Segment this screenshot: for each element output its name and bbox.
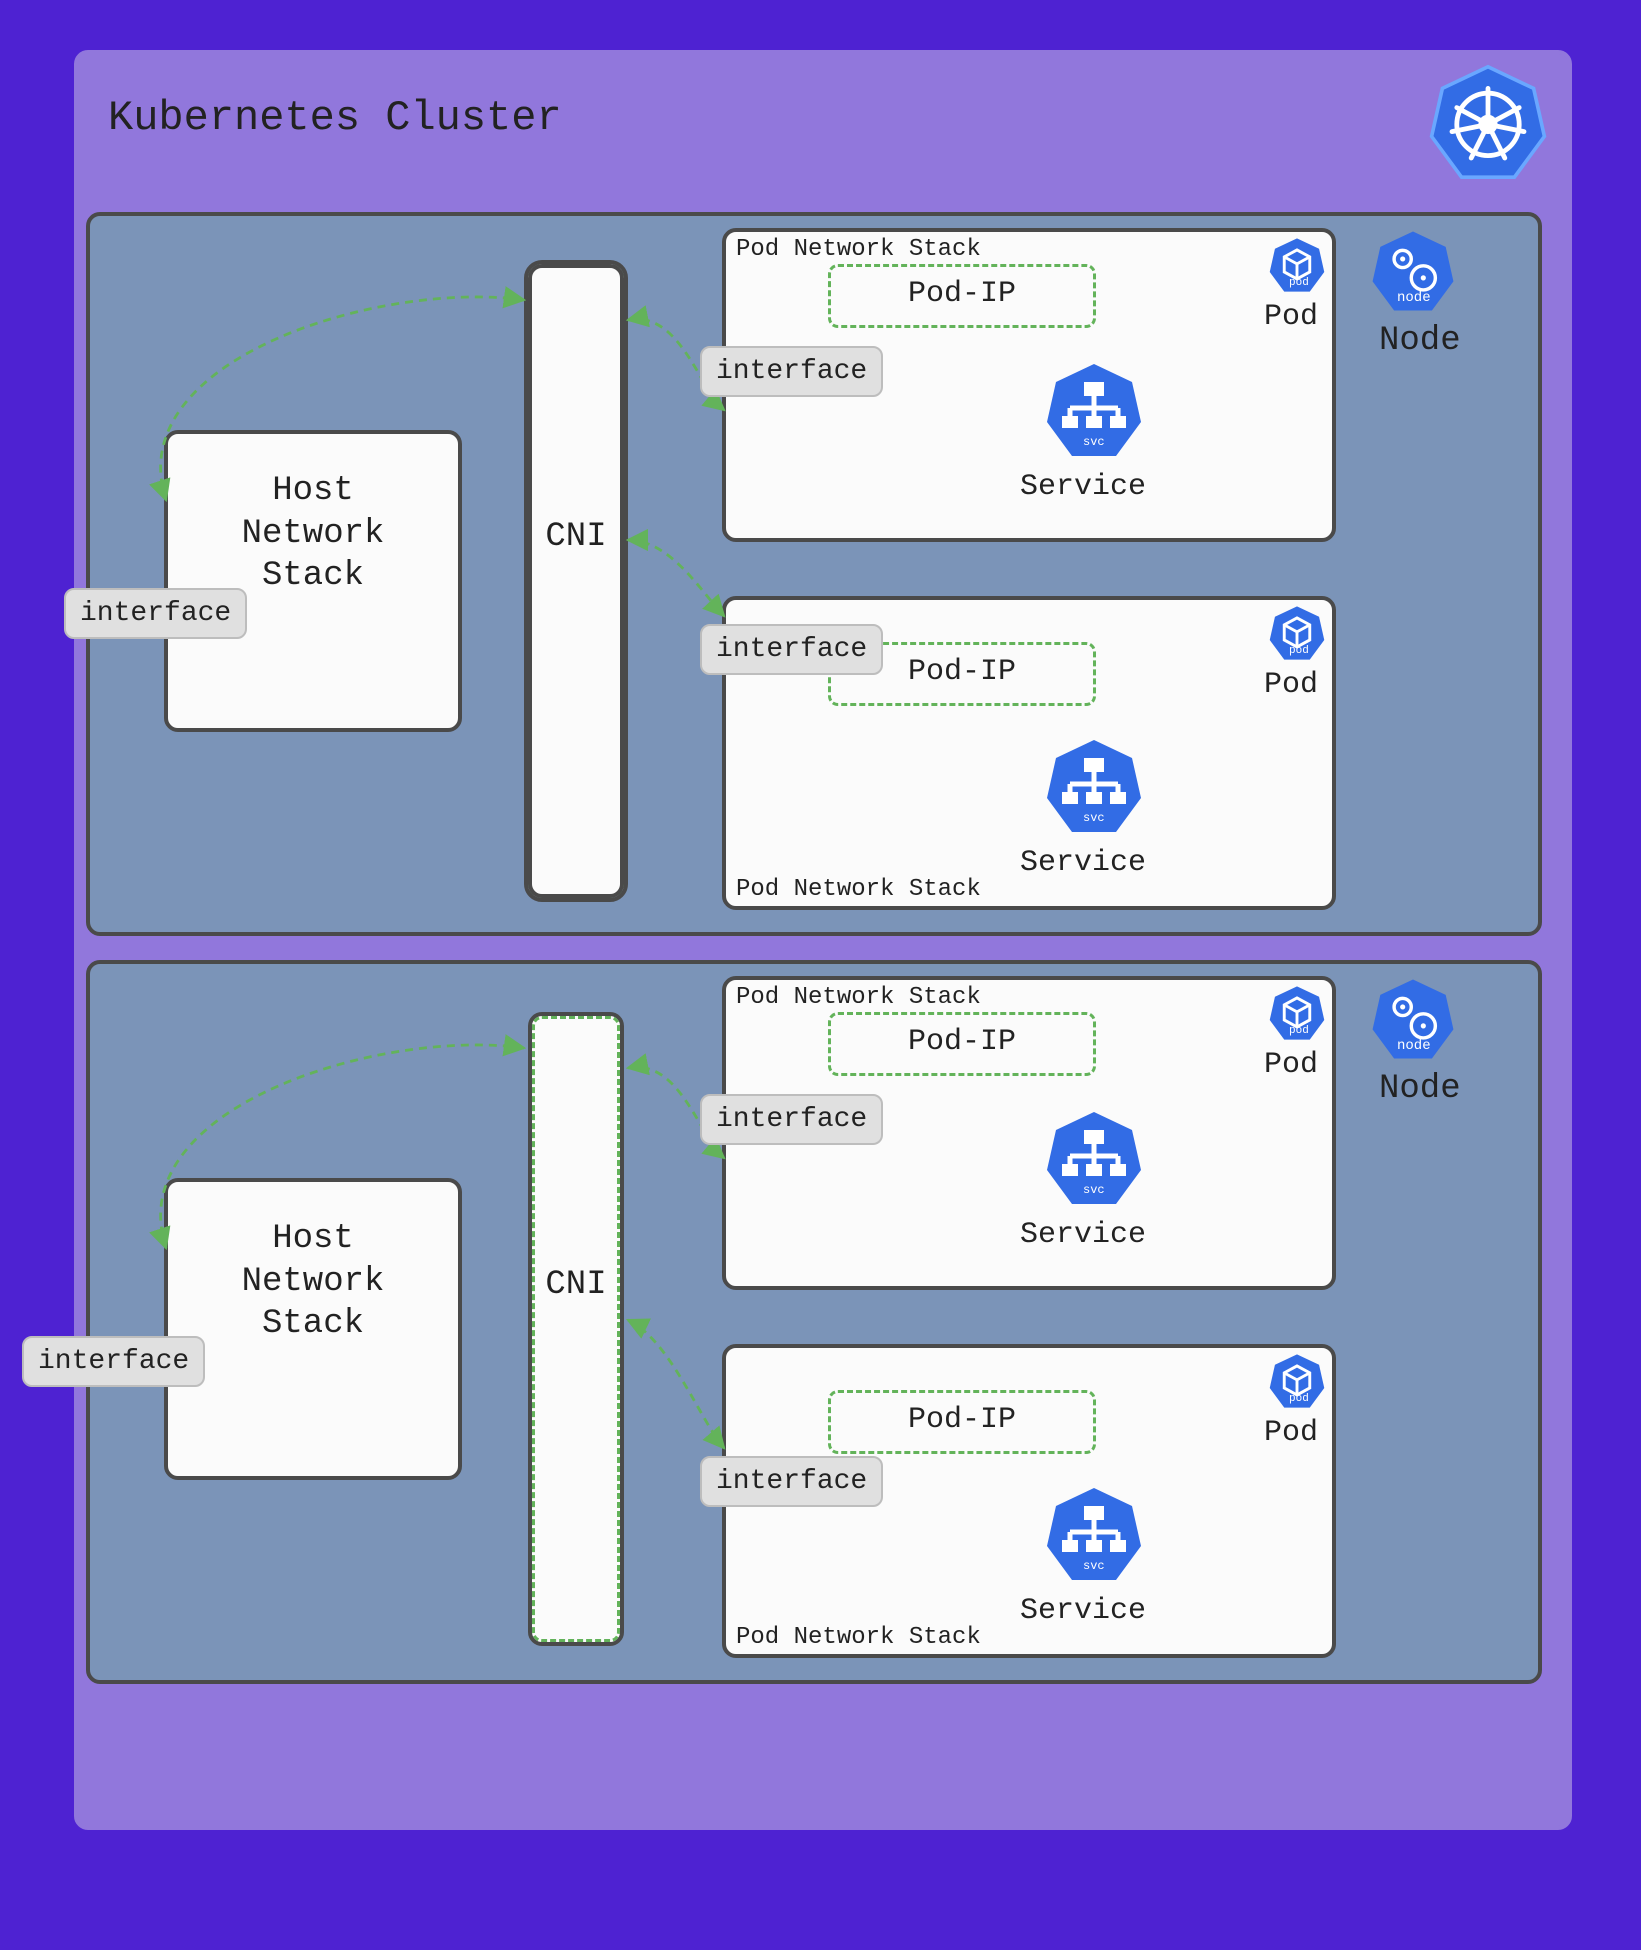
pod-label: Pod (1264, 300, 1318, 334)
host-network-stack-text: Host Network Stack (164, 1218, 462, 1346)
pod-network-stack-label: Pod Network Stack (736, 984, 981, 1011)
pod-network-stack-label: Pod Network Stack (736, 876, 981, 903)
interface-chip: interface (22, 1336, 205, 1387)
host-line1: Host (272, 1220, 354, 1258)
pod-label: Pod (1264, 1416, 1318, 1450)
service-icon-caption: svc (1083, 1183, 1105, 1197)
pod-network-stack-label: Pod Network Stack (736, 1624, 981, 1651)
pod-icon-caption: pod (1289, 1025, 1309, 1037)
node-icon-caption: node (1397, 290, 1431, 306)
cni-label: CNI (528, 518, 624, 556)
node-label: Node (1379, 322, 1461, 360)
interface-chip: interface (700, 346, 883, 397)
pod-icon-caption: pod (1289, 277, 1309, 289)
service-label: Service (1020, 846, 1146, 880)
pod-icon-caption: pod (1289, 645, 1309, 657)
pod-icon-caption: pod (1289, 1393, 1309, 1405)
cni-box (532, 1016, 620, 1642)
pod-ip-label: Pod-IP (828, 1025, 1096, 1059)
pod-label: Pod (1264, 668, 1318, 702)
kubernetes-logo-icon (1428, 62, 1548, 182)
cluster-title: Kubernetes Cluster (108, 94, 562, 142)
host-line2: Network (242, 515, 385, 553)
node-icon-caption: node (1397, 1038, 1431, 1054)
service-icon-caption: svc (1083, 811, 1105, 825)
pod-label: Pod (1264, 1048, 1318, 1082)
interface-chip: interface (700, 1094, 883, 1145)
service-icon-caption: svc (1083, 435, 1105, 449)
host-line2: Network (242, 1263, 385, 1301)
host-network-stack-text: Host Network Stack (164, 470, 462, 598)
host-line3: Stack (262, 557, 364, 595)
host-line3: Stack (262, 1305, 364, 1343)
service-label: Service (1020, 1218, 1146, 1252)
interface-chip: interface (700, 1456, 883, 1507)
host-line1: Host (272, 472, 354, 510)
service-icon-caption: svc (1083, 1559, 1105, 1573)
pod-ip-label: Pod-IP (828, 1403, 1096, 1437)
pod-ip-label: Pod-IP (828, 277, 1096, 311)
interface-chip: interface (64, 588, 247, 639)
interface-chip: interface (700, 624, 883, 675)
cni-label: CNI (528, 1266, 624, 1304)
node-label: Node (1379, 1070, 1461, 1108)
pod-network-stack-label: Pod Network Stack (736, 236, 981, 263)
cni-border-overlay (528, 264, 624, 898)
service-label: Service (1020, 1594, 1146, 1628)
service-label: Service (1020, 470, 1146, 504)
